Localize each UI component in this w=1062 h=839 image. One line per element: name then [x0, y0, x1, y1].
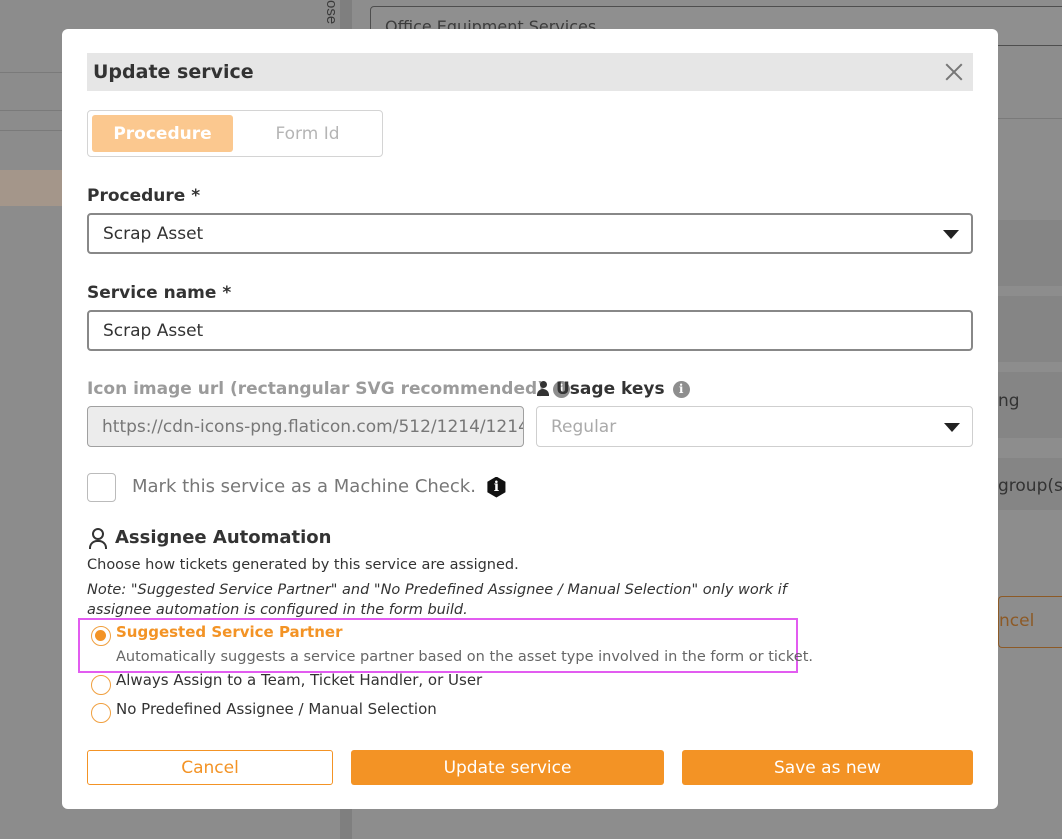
radio-suggested-partner[interactable] [91, 626, 111, 646]
bg-text-fragment: group(s) [998, 476, 1062, 496]
usage-keys-select[interactable]: Regular [536, 406, 973, 447]
icon-url-input: https://cdn-icons-png.flaticon.com/512/1… [87, 406, 524, 447]
usage-keys-label-text: Usage keys [556, 379, 665, 399]
chevron-down-icon [943, 229, 959, 239]
procedure-label: Procedure * [87, 186, 201, 206]
machine-check-checkbox[interactable] [87, 473, 116, 502]
mode-tabs: Procedure Form Id [87, 110, 383, 157]
tab-form-id[interactable]: Form Id [237, 115, 378, 152]
procedure-select[interactable]: Scrap Asset [87, 213, 973, 254]
service-name-input[interactable]: Scrap Asset [87, 310, 973, 351]
service-name-value: Scrap Asset [103, 320, 204, 341]
cancel-button[interactable]: Cancel [87, 750, 333, 785]
info-icon[interactable]: i [672, 380, 690, 398]
assignee-section-title: Assignee Automation [87, 527, 331, 549]
procedure-value: Scrap Asset [103, 223, 204, 244]
machine-check-label-text: Mark this service as a Machine Check. [132, 476, 476, 497]
radio-manual-selection[interactable] [91, 703, 111, 723]
user-icon [536, 381, 550, 397]
machine-check-label: Mark this service as a Machine Check. i [132, 476, 507, 498]
usage-keys-placeholder: Regular [551, 416, 617, 437]
close-icon[interactable] [943, 61, 965, 83]
icon-url-label-text: Icon image url (rectangular SVG recommen… [87, 379, 545, 399]
bg-row [998, 220, 1062, 286]
info-icon[interactable]: i [487, 476, 506, 498]
icon-url-label: Icon image url (rectangular SVG recommen… [87, 379, 570, 399]
dialog-header: Update service [87, 53, 973, 91]
bg-text-fragment: ng [998, 391, 1020, 411]
option-manual-selection-label[interactable]: No Predefined Assignee / Manual Selectio… [116, 700, 437, 718]
bg-row [998, 296, 1062, 362]
option-always-assign-label[interactable]: Always Assign to a Team, Ticket Handler,… [116, 671, 482, 689]
save-as-new-button[interactable]: Save as new [682, 750, 973, 785]
option-suggested-partner-description: Automatically suggests a service partner… [116, 649, 813, 665]
icon-url-value: https://cdn-icons-png.flaticon.com/512/1… [102, 416, 524, 437]
update-service-button[interactable]: Update service [351, 750, 664, 785]
chevron-down-icon [944, 422, 960, 432]
bg-cancel-button: ncel [998, 596, 1062, 648]
assignee-note: Note: "Suggested Service Partner" and "N… [87, 582, 787, 618]
dialog-title: Update service [93, 61, 254, 83]
assignee-description: Choose how tickets generated by this ser… [87, 557, 519, 573]
user-icon [87, 527, 107, 549]
service-name-label: Service name * [87, 283, 232, 303]
radio-always-assign[interactable] [91, 675, 111, 695]
assignee-title-text: Assignee Automation [115, 527, 332, 548]
option-suggested-partner-label[interactable]: Suggested Service Partner [116, 623, 342, 641]
tab-procedure[interactable]: Procedure [92, 115, 233, 152]
usage-keys-label: Usage keys i [536, 379, 690, 399]
update-service-dialog: Update service Procedure Form Id Procedu… [62, 29, 998, 809]
